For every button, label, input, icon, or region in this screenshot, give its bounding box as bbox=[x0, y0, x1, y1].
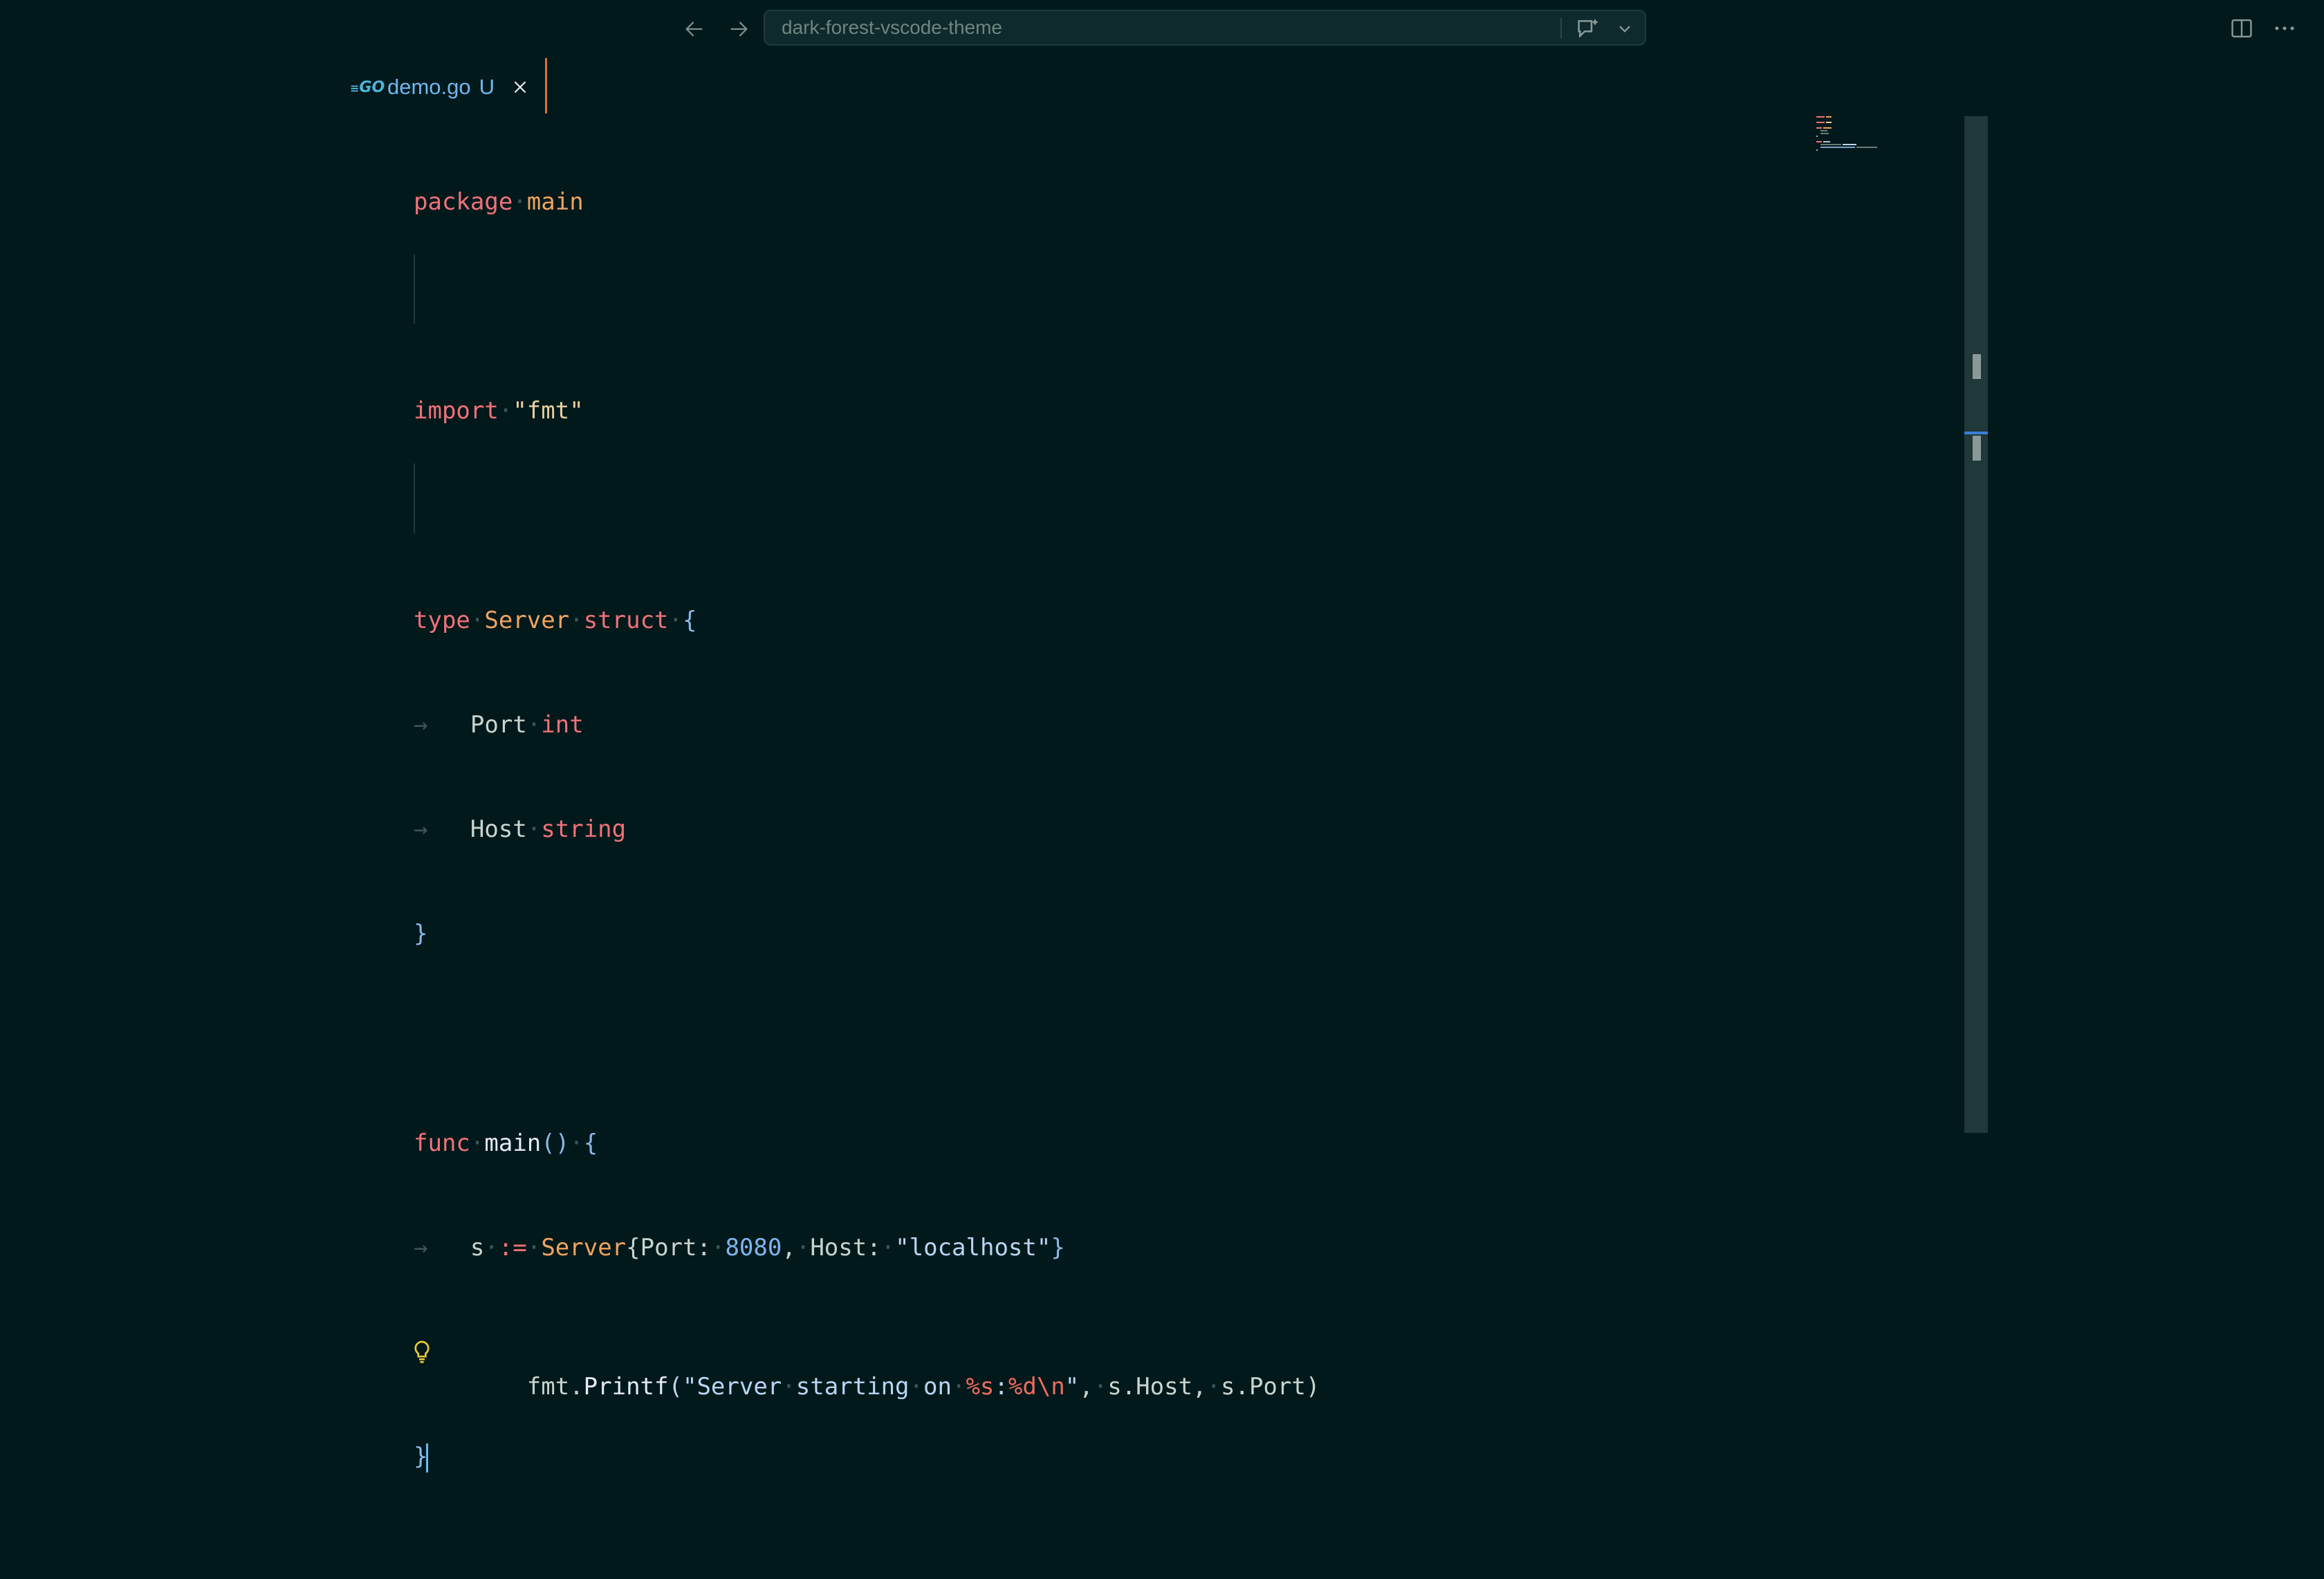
indent-guide-struct bbox=[414, 254, 415, 324]
chat-sparkle-icon bbox=[1578, 19, 1598, 39]
scrollbar-marker bbox=[1973, 436, 1981, 461]
code-line-1: package·main bbox=[414, 187, 584, 216]
tab-close-button[interactable] bbox=[510, 77, 531, 98]
text-cursor bbox=[426, 1443, 429, 1472]
chevron-down-icon bbox=[1619, 26, 1630, 33]
code-line-12: fmt.Printf("Server·starting·on·%s:%d\n",… bbox=[411, 1335, 1320, 1401]
tab-active-border bbox=[545, 58, 547, 113]
chat-button[interactable] bbox=[1574, 15, 1602, 43]
search-dropdown-button[interactable] bbox=[1613, 17, 1636, 40]
code-line-8: } bbox=[414, 920, 428, 948]
code-line-3: import·"fmt" bbox=[414, 397, 584, 425]
tab-filename: demo.go bbox=[387, 75, 471, 99]
code-editor[interactable]: package·main import·"fmt" type·Server·st… bbox=[414, 115, 1320, 1579]
vertical-scrollbar[interactable] bbox=[1964, 116, 1988, 1133]
search-text: dark-forest-vscode-theme bbox=[782, 17, 1003, 38]
code-line-10: func·main()·{ bbox=[414, 1129, 598, 1157]
indent-guide-func bbox=[414, 463, 415, 533]
minimap[interactable] bbox=[1816, 112, 1906, 160]
split-editor-icon bbox=[2231, 19, 2252, 38]
more-actions-button[interactable] bbox=[2269, 12, 2300, 44]
tab-demo-go[interactable]: ≡GO demo.go U bbox=[338, 58, 546, 116]
forward-button[interactable] bbox=[723, 14, 754, 44]
tab-git-status: U bbox=[479, 75, 495, 99]
code-line-13: } bbox=[414, 1439, 1320, 1474]
scrollbar-cursor-marker bbox=[1964, 432, 1988, 434]
code-line-6: → Port·int bbox=[414, 710, 584, 739]
arrow-right-icon bbox=[730, 21, 748, 37]
go-file-icon: ≡GO bbox=[350, 78, 385, 96]
search-separator bbox=[1560, 18, 1562, 39]
arrow-left-icon bbox=[685, 21, 703, 37]
close-icon bbox=[514, 81, 526, 93]
code-line-11: → s·:=·Server{Port:·8080,·Host:·"localho… bbox=[414, 1233, 1065, 1262]
split-editor-button[interactable] bbox=[2226, 12, 2258, 44]
command-center-search[interactable]: dark-forest-vscode-theme bbox=[764, 10, 1646, 46]
more-actions-icon bbox=[2275, 26, 2294, 30]
lightbulb-icon[interactable] bbox=[411, 1339, 433, 1367]
back-button[interactable] bbox=[679, 14, 710, 44]
scrollbar-marker bbox=[1973, 354, 1981, 379]
code-line-7: → Host·string bbox=[414, 815, 627, 844]
code-line-5: type·Server·struct·{ bbox=[414, 606, 697, 634]
